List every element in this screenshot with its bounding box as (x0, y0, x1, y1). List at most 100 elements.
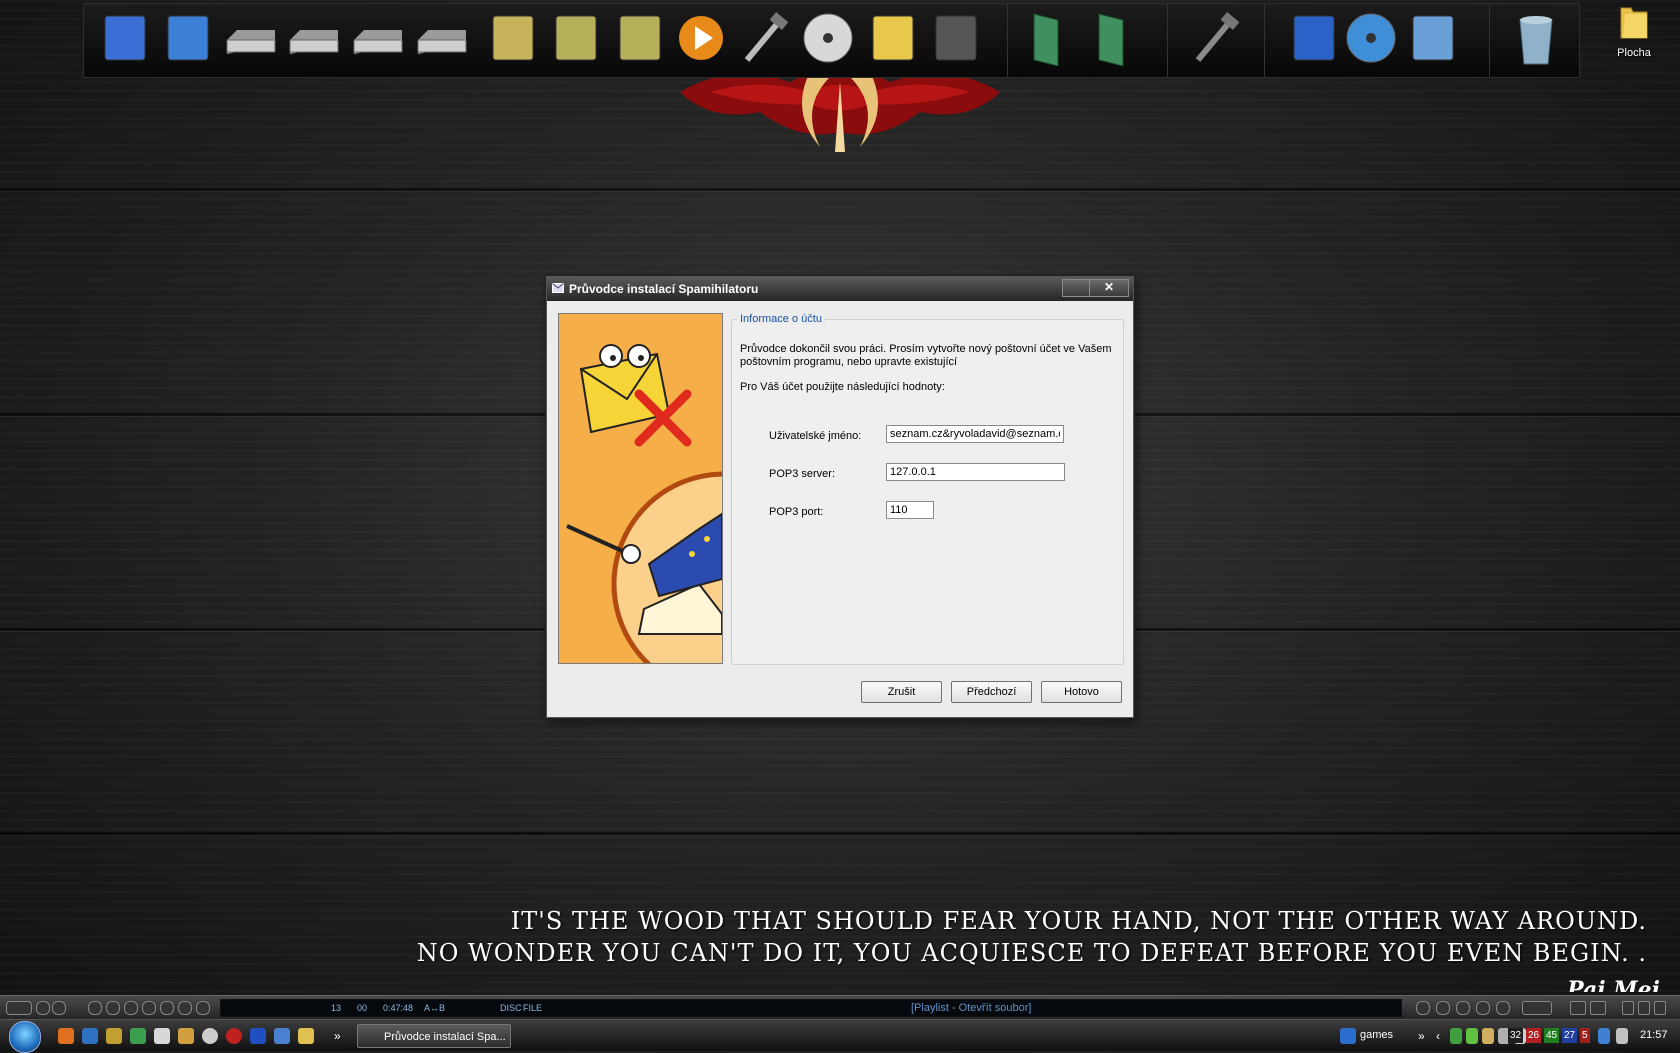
account-info-group (731, 319, 1124, 665)
documents-folder-icon[interactable] (548, 10, 604, 66)
eq-toggle-button[interactable] (1570, 1001, 1586, 1015)
help-button[interactable] (1062, 279, 1090, 297)
play-time: 0:47:48 (383, 1003, 414, 1013)
explorer-icon[interactable] (298, 1028, 314, 1044)
desktop-icon[interactable] (274, 1028, 290, 1044)
server-label: POP3 server: (769, 468, 836, 480)
tray-icon[interactable] (1450, 1028, 1462, 1044)
music-folder-icon[interactable] (612, 10, 668, 66)
more-chevron-icon[interactable]: » (334, 1028, 350, 1044)
guitar-icon[interactable] (928, 10, 984, 66)
playlist-label[interactable]: [Playlist - Otevřít soubor] (911, 1000, 1031, 1016)
drive-icon[interactable] (286, 10, 342, 66)
messenger-icon[interactable] (130, 1028, 146, 1044)
setup-wizard-dialog: Průvodce instalací Spamihilatoru ✕ Infor… (546, 276, 1134, 718)
dialog-titlebar[interactable]: Průvodce instalací Spamihilatoru ✕ (547, 277, 1133, 301)
back-button[interactable]: Předchozí (951, 681, 1032, 703)
next-icon[interactable] (1476, 1001, 1490, 1015)
taskbar-window-button[interactable]: Průvodce instalací Spa... (357, 1024, 511, 1048)
tray-icon[interactable] (1482, 1028, 1494, 1044)
hammer-icon[interactable] (1188, 10, 1244, 66)
recycle-green-icon[interactable] (1083, 10, 1139, 67)
dock-separator (1264, 4, 1265, 77)
player-eq-button[interactable] (88, 1001, 102, 1015)
pl-toggle-button[interactable] (1590, 1001, 1606, 1015)
pop3-port-field[interactable] (886, 501, 934, 519)
group-title: Informace o účtu (737, 313, 825, 325)
tools-icon[interactable] (178, 1028, 194, 1044)
more-chevron-icon[interactable]: » (1418, 1028, 1434, 1044)
cancel-button[interactable]: Zrušit (861, 681, 942, 703)
media-player-icon[interactable] (673, 10, 729, 66)
recycle-green-icon[interactable] (1018, 10, 1074, 67)
player-mode-button[interactable] (52, 1001, 66, 1015)
close-button[interactable]: ✕ (1089, 279, 1129, 297)
quote-line-2: NO WONDER YOU CAN'T DO IT, YOU ACQUIESCE… (416, 939, 1647, 967)
player-eq-button[interactable] (124, 1001, 138, 1015)
tools-icon[interactable] (737, 10, 793, 66)
play-icon[interactable] (1456, 1001, 1470, 1015)
open-icon[interactable] (1496, 1001, 1510, 1015)
port-label: POP3 port: (769, 506, 824, 518)
language-icon[interactable] (1340, 1028, 1356, 1044)
network-icon[interactable] (1598, 1028, 1610, 1044)
volume-slider[interactable] (1522, 1001, 1552, 1015)
player-eq-button[interactable] (178, 1001, 192, 1015)
drive-icon[interactable] (223, 10, 279, 66)
app-icon[interactable] (106, 1028, 122, 1044)
quote-signature: Pai Mei (1567, 977, 1660, 992)
volume-icon[interactable] (1616, 1028, 1628, 1044)
tray-icon[interactable] (1466, 1028, 1478, 1044)
track-number: 13 (331, 1003, 342, 1013)
shade-player-button[interactable] (1638, 1001, 1650, 1015)
dock-separator (1167, 4, 1168, 77)
pen-icon[interactable] (250, 1028, 266, 1044)
wallpaper-quote: IT'S THE WOOD THAT SHOULD FEAR YOUR HAND… (417, 905, 1647, 969)
word-icon[interactable] (82, 1028, 98, 1044)
disc-icon[interactable] (800, 10, 856, 66)
media-player-bar: 13 00 0:47:48 A↔B DISC FILE [Playlist - … (0, 995, 1680, 1019)
mail-icon[interactable] (154, 1028, 170, 1044)
media-icon[interactable] (226, 1028, 242, 1044)
recycle-bin-icon[interactable] (1508, 10, 1564, 66)
player-mode-button[interactable] (36, 1001, 50, 1015)
clock[interactable]: 21:57 (1640, 1020, 1668, 1051)
computer-icon[interactable] (97, 10, 153, 66)
player-eq-button[interactable] (160, 1001, 174, 1015)
finish-button[interactable]: Hotovo (1041, 681, 1122, 703)
start-button[interactable] (9, 1021, 41, 1053)
folder-icon[interactable] (485, 10, 541, 66)
tray-counter[interactable]: 27 (1562, 1028, 1578, 1043)
network-icon[interactable] (1286, 10, 1342, 66)
close-icon: ✕ (1103, 280, 1115, 294)
file-mode[interactable]: FILE (523, 1000, 542, 1016)
player-eq-button[interactable] (106, 1001, 120, 1015)
player-menu-button[interactable] (6, 1001, 32, 1015)
stop-icon[interactable] (1436, 1001, 1450, 1015)
player-eq-button[interactable] (196, 1001, 210, 1015)
tray-counter[interactable]: 26 (1526, 1028, 1542, 1043)
prev-icon[interactable] (1416, 1001, 1430, 1015)
notes-icon[interactable] (865, 10, 921, 66)
firefox-icon[interactable] (58, 1028, 74, 1044)
folder-icon (1620, 7, 1648, 39)
drive-icon[interactable] (414, 10, 470, 66)
tray-games-label[interactable]: games (1360, 1020, 1393, 1051)
disc-mode[interactable]: DISC (500, 1000, 522, 1016)
tray-counter[interactable]: 45 (1544, 1028, 1560, 1043)
tray-counter[interactable]: 32 (1508, 1028, 1524, 1043)
desktop-folder-plocha[interactable]: Plocha (1612, 4, 1656, 59)
disc-icon[interactable] (202, 1028, 218, 1044)
pop3-server-field[interactable] (886, 463, 1065, 481)
globe-monitor-icon[interactable] (1343, 10, 1399, 66)
ab-repeat[interactable]: A↔B (424, 1000, 445, 1016)
drive-icon[interactable] (350, 10, 406, 66)
control-panel-icon[interactable] (160, 10, 216, 66)
tray-counter[interactable]: 5 (1580, 1028, 1590, 1043)
minimize-player-button[interactable] (1622, 1001, 1634, 1015)
values-text: Pro Váš účet použijte následující hodnot… (740, 381, 945, 393)
username-field[interactable] (886, 425, 1064, 443)
player-eq-button[interactable] (142, 1001, 156, 1015)
search-monitor-icon[interactable] (1405, 10, 1461, 66)
close-player-button[interactable] (1654, 1001, 1666, 1015)
